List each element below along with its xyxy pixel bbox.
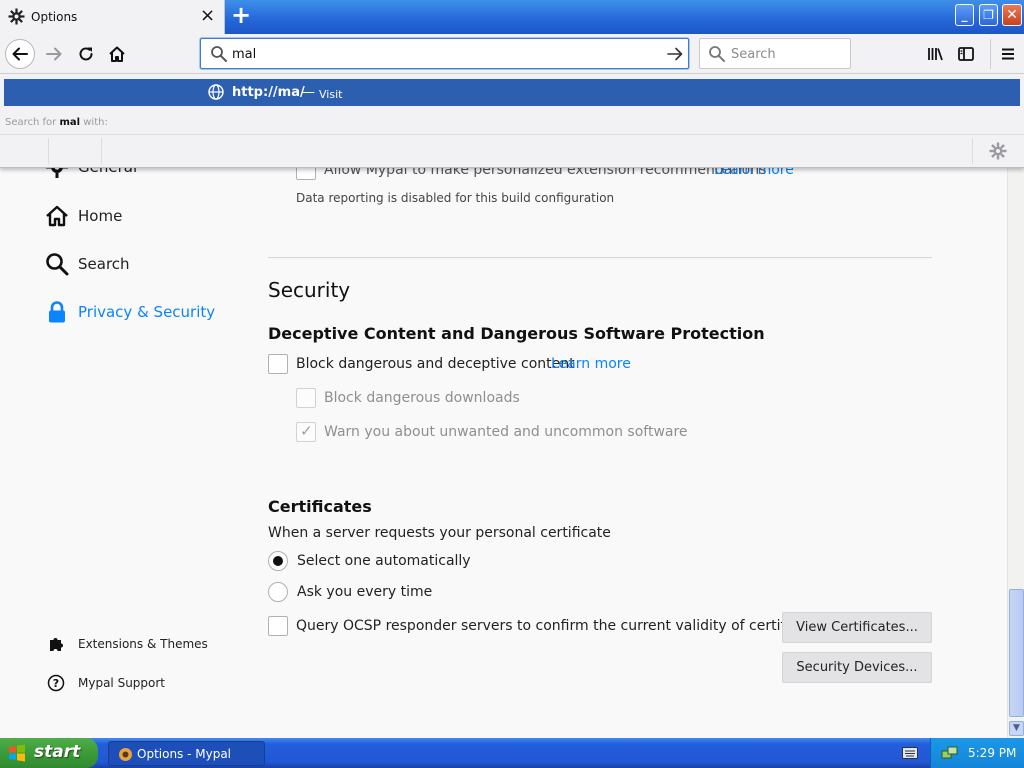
title-bar: Options × + _ ❐ ✕ [0, 0, 1024, 34]
ocsp-checkbox[interactable] [268, 616, 288, 636]
certificates-prompt: When a server requests your personal cer… [268, 525, 611, 541]
search-for-label: Search for mal with: [5, 117, 108, 128]
scroll-down-arrow-icon[interactable]: ▼ [1009, 721, 1024, 736]
reload-icon [79, 47, 93, 61]
menu-button[interactable] [990, 39, 1024, 69]
windows-flag-icon [8, 744, 26, 762]
home-icon [44, 203, 70, 229]
sidebar-icon [958, 47, 974, 61]
engine-divider [48, 138, 49, 164]
autocomplete-separator: — [302, 85, 315, 100]
search-icon [210, 45, 228, 67]
sidebar-item-privacy-security[interactable]: Privacy & Security [44, 299, 215, 325]
sidebar-item-label: Home [78, 207, 123, 225]
sidebar-item-home[interactable]: Home [44, 203, 122, 229]
sidebar-item-label: Privacy & Security [78, 303, 216, 321]
sidebar-item-mypal-support[interactable]: ? Mypal Support [46, 673, 165, 693]
sidebar-toggle-button[interactable] [951, 39, 981, 69]
certificates-heading: Certificates [268, 497, 372, 516]
library-icon [928, 48, 943, 61]
start-button[interactable]: start [0, 738, 98, 768]
sidebar-item-label: Search [78, 255, 130, 273]
ocsp-label: Query OCSP responder servers to confirm … [296, 618, 827, 634]
block-deceptive-learn-more-link[interactable]: Learn more [551, 356, 631, 372]
select-automatically-radio[interactable] [268, 551, 288, 571]
mypal-app-icon [118, 747, 133, 765]
security-heading: Security [268, 278, 351, 302]
help-icon: ? [46, 673, 66, 693]
navigation-toolbar [0, 34, 1024, 74]
clock: 5:29 PM [968, 746, 1017, 760]
block-downloads-label: Block dangerous downloads [324, 390, 520, 406]
block-deceptive-label: Block dangerous and deceptive content [296, 356, 575, 372]
network-icon[interactable] [941, 745, 959, 764]
taskbar-item-label: Options - Mypal [137, 747, 232, 761]
security-devices-button[interactable]: Security Devices... [782, 652, 932, 683]
system-tray: 5:29 PM [930, 738, 1024, 768]
tab-title: Options [31, 10, 78, 24]
url-input[interactable] [232, 44, 652, 64]
sidebar-item-extensions-themes[interactable]: Extensions & Themes [46, 634, 208, 654]
sidebar-item-search[interactable]: Search [44, 251, 130, 277]
sidebar-footer-label: Mypal Support [78, 676, 166, 690]
warn-uncommon-checkbox[interactable] [296, 422, 316, 442]
lock-icon [44, 299, 70, 325]
gear-icon [8, 8, 25, 25]
globe-icon [208, 84, 224, 104]
engine-divider [972, 138, 973, 164]
library-button[interactable] [920, 39, 950, 69]
home-button[interactable] [102, 39, 132, 69]
svg-text:?: ? [53, 677, 59, 690]
maximize-button[interactable]: ❐ [979, 4, 998, 26]
search-input[interactable] [731, 45, 841, 63]
section-divider [268, 257, 932, 258]
forward-button[interactable] [39, 39, 69, 69]
home-icon [109, 46, 125, 62]
autocomplete-action: Visit [319, 88, 343, 101]
windows-taskbar: start Options - Mypal 5:29 PM [0, 738, 1024, 768]
one-off-search-engines [0, 135, 1024, 167]
minimize-button[interactable]: _ [955, 4, 974, 26]
select-automatically-label: Select one automatically [297, 553, 471, 569]
search-icon [708, 45, 726, 67]
sidebar-footer-label: Extensions & Themes [78, 637, 208, 651]
ask-every-time-radio[interactable] [268, 582, 288, 602]
tab-options[interactable]: Options × [0, 0, 225, 34]
url-autocomplete-popup: http://ma/ — Visit Search for mal with: [0, 74, 1024, 168]
block-deceptive-checkbox[interactable] [268, 354, 288, 374]
search-bar[interactable] [699, 38, 851, 69]
scrollbar-thumb[interactable] [1009, 589, 1024, 717]
back-button[interactable] [5, 39, 35, 69]
warn-uncommon-label: Warn you about unwanted and uncommon sof… [324, 424, 688, 440]
search-icon [44, 251, 70, 277]
go-arrow-icon[interactable] [666, 45, 684, 67]
block-downloads-checkbox[interactable] [296, 388, 316, 408]
deceptive-content-heading: Deceptive Content and Dangerous Software… [268, 324, 765, 343]
ask-every-time-label: Ask you every time [297, 584, 433, 600]
keyboard-icon[interactable] [902, 747, 918, 763]
page-scrollbar[interactable]: ▼ [1007, 74, 1024, 738]
reload-button[interactable] [71, 39, 101, 69]
close-window-button[interactable]: ✕ [1002, 4, 1022, 26]
taskbar-item-options-mypal[interactable]: Options - Mypal [108, 741, 265, 766]
new-tab-button[interactable]: + [229, 3, 253, 28]
start-label: start [34, 742, 81, 762]
autocomplete-url: http://ma/ [232, 85, 305, 100]
hamburger-icon [1001, 48, 1014, 60]
forward-arrow-icon [46, 47, 62, 61]
view-certificates-button[interactable]: View Certificates... [782, 612, 932, 643]
data-reporting-note: Data reporting is disabled for this buil… [296, 191, 615, 205]
search-settings-gear-icon[interactable] [989, 142, 1007, 164]
back-arrow-icon [12, 47, 28, 61]
url-bar[interactable] [200, 38, 689, 69]
autocomplete-visit-row[interactable]: http://ma/ — Visit [4, 79, 1020, 106]
tab-close-icon[interactable]: × [199, 7, 216, 25]
puzzle-icon [46, 634, 66, 654]
preferences-page: General Home Search Privacy & Security E… [0, 74, 1007, 738]
engine-divider [101, 138, 102, 164]
